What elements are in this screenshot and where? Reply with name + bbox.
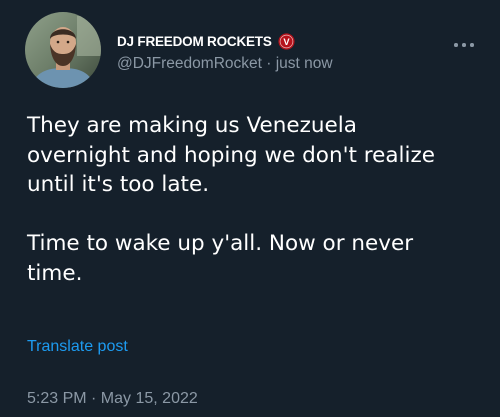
- tweet-text-line: overnight and hoping we don't realize: [27, 142, 435, 168]
- tweet-text-line: time.: [27, 260, 83, 286]
- author-name-row: DJ FREEDOM ROCKETS V: [117, 31, 295, 51]
- tweet-card: DJ FREEDOM ROCKETS V @DJFreedomRocket · …: [0, 0, 500, 417]
- avatar[interactable]: [25, 12, 101, 88]
- more-horizontal-icon[interactable]: [452, 38, 478, 52]
- author-handle-row: @DJFreedomRocket · just now: [117, 55, 333, 73]
- user-avatar-icon: [25, 12, 101, 88]
- relative-time[interactable]: just now: [276, 55, 333, 72]
- tweet-text-blank-line: [27, 200, 487, 230]
- handle-separator: ·: [261, 55, 276, 72]
- translate-post-link[interactable]: Translate post: [27, 338, 128, 356]
- author-display-name[interactable]: DJ FREEDOM ROCKETS: [117, 34, 272, 49]
- tweet-text-line: Time to wake up y'all. Now or never: [27, 231, 414, 256]
- author-handle[interactable]: @DJFreedomRocket: [117, 55, 262, 72]
- verified-badge-letter: V: [283, 36, 290, 46]
- tweet-text-line: until it's too late.: [27, 172, 210, 197]
- tweet-timestamp[interactable]: 5:23 PM · May 15, 2022: [27, 390, 198, 408]
- tweet-text: They are making us Venezuela overnight a…: [27, 111, 487, 288]
- verified-badge-icon: V: [278, 32, 295, 50]
- tweet-text-line: They are making us Venezuela: [27, 113, 357, 138]
